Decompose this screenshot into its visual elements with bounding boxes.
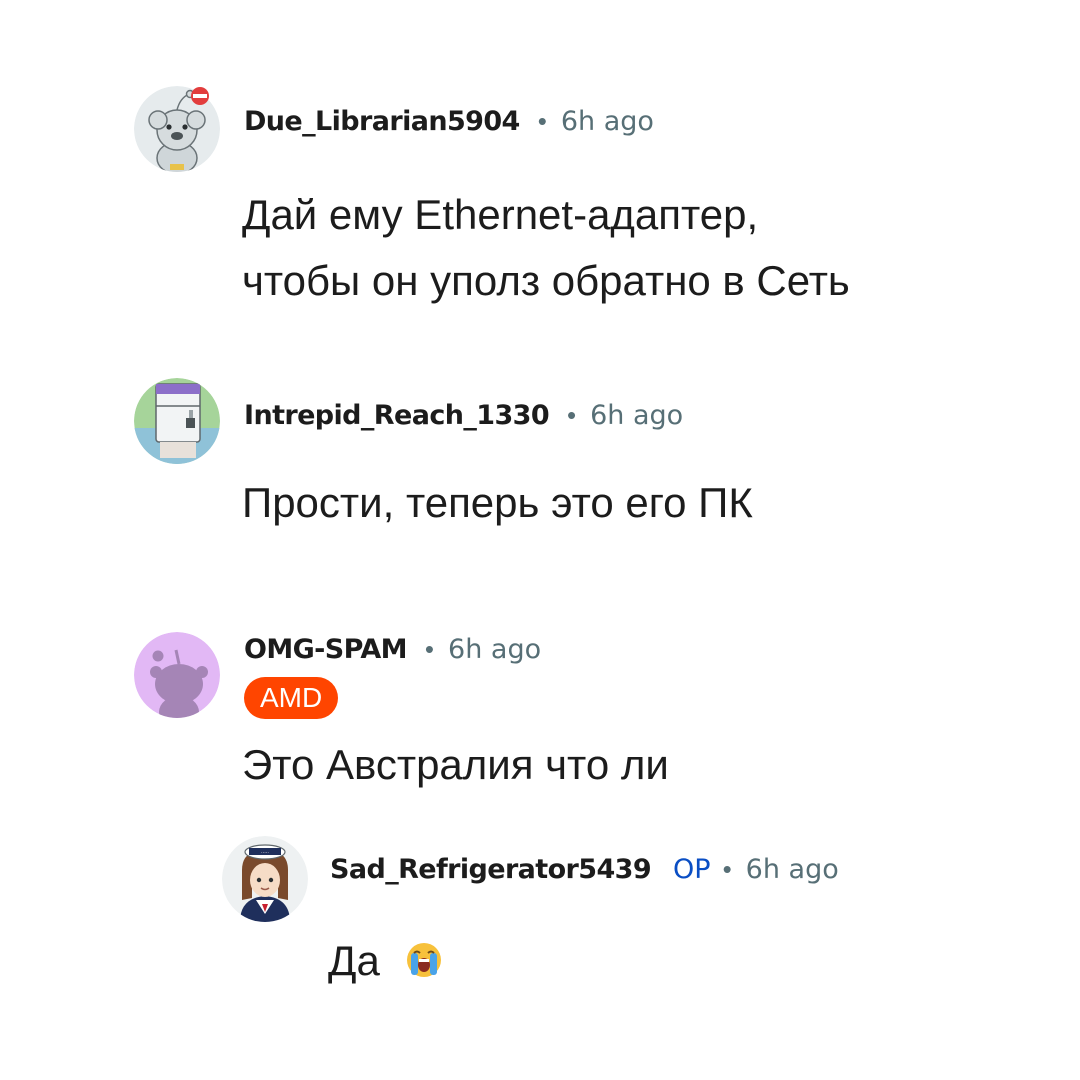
svg-text:·····: ·····	[261, 850, 269, 856]
username[interactable]: Sad_Refrigerator5439	[330, 854, 652, 885]
separator-dot: •	[567, 400, 577, 430]
username[interactable]: Due_Librarian5904	[244, 106, 520, 137]
user-avatar[interactable]: ·····	[222, 836, 308, 922]
user-avatar[interactable]	[134, 378, 220, 464]
comment-line: Это Австралия что ли	[242, 741, 669, 788]
separator-dot: •	[722, 854, 732, 884]
user-flair: AMD	[244, 677, 339, 719]
timestamp[interactable]: 6h ago	[561, 106, 654, 137]
default-snoo-avatar-icon	[134, 632, 220, 718]
separator-dot: •	[537, 106, 547, 136]
comment-line: Да	[328, 928, 443, 994]
comment-meta: Due_Librarian5904 • 6h ago	[244, 106, 654, 137]
comment-line: чтобы он уполз обратно в Сеть	[242, 257, 850, 304]
timestamp[interactable]: 6h ago	[746, 854, 839, 885]
username[interactable]: OMG-SPAM	[244, 634, 408, 665]
timestamp[interactable]: 6h ago	[448, 634, 541, 665]
separator-dot: •	[424, 634, 435, 664]
timestamp[interactable]: 6h ago	[590, 400, 683, 431]
username[interactable]: Intrepid_Reach_1330	[244, 400, 550, 431]
comment-body: Да	[328, 928, 443, 994]
award-badge-icon	[191, 87, 209, 105]
user-avatar[interactable]	[134, 632, 220, 718]
comment-body: Это Австралия что ли	[242, 732, 669, 798]
op-badge: OP	[673, 854, 711, 885]
crying-face-emoji-icon	[407, 942, 442, 977]
comment-meta: OMG-SPAM • 6h ago	[244, 634, 541, 665]
comment-line: Дай ему Ethernet-адаптер,	[242, 191, 759, 238]
refrigerator-avatar-icon	[134, 378, 220, 464]
sailor-girl-avatar-icon: ·····	[222, 836, 308, 922]
comment-meta: Sad_Refrigerator5439 OP • 6h ago	[330, 854, 839, 885]
comment-line: Прости, теперь это его ПК	[242, 479, 753, 526]
comment-text: Да	[328, 937, 380, 984]
comment-body: Прости, теперь это его ПК	[242, 470, 753, 536]
comment-body: Дай ему Ethernet-адаптер, чтобы он уполз…	[242, 182, 850, 314]
comment-meta: Intrepid_Reach_1330 • 6h ago	[244, 400, 683, 431]
